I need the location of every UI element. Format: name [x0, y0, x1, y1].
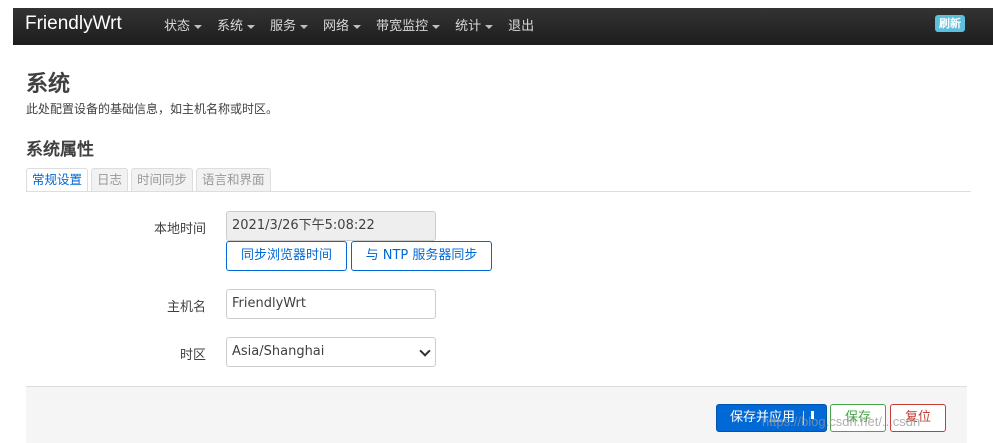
timezone-label: 时区: [179, 348, 206, 363]
menu-logout[interactable]: 退出: [501, 8, 542, 45]
tab-time-sync[interactable]: 时间同步: [131, 168, 194, 191]
menu-services[interactable]: 服务: [263, 8, 316, 45]
caret-down-icon: [300, 24, 309, 29]
menu-system[interactable]: 系统: [210, 8, 263, 45]
sync-ntp-button[interactable]: 与 NTP 服务器同步: [351, 241, 492, 271]
hostname-input[interactable]: FriendlyWrt: [226, 289, 436, 319]
menu-status[interactable]: 状态: [157, 8, 210, 45]
caret-down-icon: [485, 24, 494, 29]
menu-network[interactable]: 网络: [316, 8, 369, 45]
tab-general[interactable]: 常规设置: [26, 168, 89, 191]
menu-network-label: 网络: [323, 19, 350, 34]
caret-down-icon: [194, 24, 203, 29]
menu-services-label: 服务: [270, 19, 297, 34]
page-title: 系统: [26, 72, 71, 97]
timezone-select[interactable]: Asia/Shanghai: [226, 337, 436, 367]
tab-logs[interactable]: 日志: [91, 168, 129, 191]
main-menu: 状态 系统 服务 网络 带宽监控 统计 退出: [157, 8, 542, 45]
caret-down-icon: [247, 24, 256, 29]
local-time-label: 本地时间: [153, 222, 206, 237]
chevron-down-icon: [419, 345, 431, 357]
page-description: 此处配置设备的基础信息，如主机名称或时区。: [26, 102, 279, 116]
menu-bandwidth[interactable]: 带宽监控: [369, 8, 448, 45]
section-title: 系统属性: [26, 140, 94, 160]
hostname-label: 主机名: [166, 300, 206, 315]
tab-bar: 常规设置 日志 时间同步 语言和界面: [26, 168, 274, 192]
menu-status-label: 状态: [164, 19, 191, 34]
menu-logout-label: 退出: [508, 19, 535, 34]
tab-language[interactable]: 语言和界面: [196, 168, 271, 191]
sync-browser-time-button[interactable]: 同步浏览器时间: [226, 241, 347, 271]
menu-bandwidth-label: 带宽监控: [376, 19, 429, 34]
caret-down-icon: [432, 24, 441, 29]
refresh-badge[interactable]: 刷新: [935, 15, 965, 32]
timezone-value: Asia/Shanghai: [232, 344, 325, 359]
brand-logo[interactable]: FriendlyWrt: [25, 13, 122, 35]
local-time-field: 2021/3/26下午5:08:22: [226, 211, 436, 241]
menu-system-label: 系统: [217, 19, 244, 34]
navbar: FriendlyWrt 状态 系统 服务 网络 带宽监控 统计 退出 刷新: [13, 8, 993, 45]
menu-statistics[interactable]: 统计: [448, 8, 501, 45]
caret-down-icon: [353, 24, 362, 29]
menu-statistics-label: 统计: [455, 19, 482, 34]
tabs-divider: [26, 191, 971, 192]
watermark: https://blog.csdn.net/...csdn: [762, 414, 921, 429]
top-strip: [0, 0, 993, 8]
